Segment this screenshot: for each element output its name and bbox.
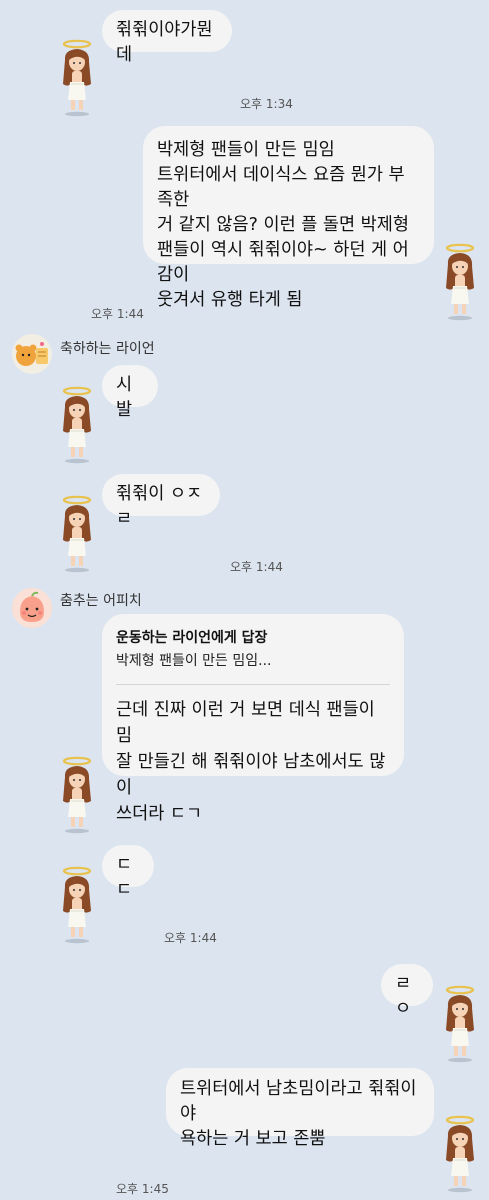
angel-avatar-icon[interactable]: [438, 984, 482, 1064]
message-bubble[interactable]: 쥒쥒이 ㅇㅈㄹ: [102, 474, 220, 529]
angel-avatar-icon[interactable]: [55, 38, 99, 118]
angel-avatar-icon[interactable]: [438, 242, 482, 322]
message-time: 오후 1:34: [240, 97, 293, 111]
angel-avatar-icon[interactable]: [55, 865, 99, 945]
message-time: 오후 1:44: [91, 307, 144, 321]
angel-avatar-icon[interactable]: [55, 385, 99, 465]
reply-body: 근데 진짜 이런 거 보면 데식 팬들이 밈 잘 만들긴 해 쥒쥒이야 남초에서…: [116, 700, 386, 824]
reply-title: 운동하는 라이언에게 답장: [116, 630, 268, 646]
ryan-avatar-icon[interactable]: [12, 334, 52, 374]
message-bubble[interactable]: 트위터에서 남초밈이라고 쥒쥒이야 욕하는 거 보고 존뿜: [166, 1068, 434, 1149]
message-time: 오후 1:44: [230, 560, 283, 574]
message-bubble[interactable]: 박제형 팬들이 만든 밈임 트위터에서 데이식스 요즘 뭔가 부족한 거 같지 …: [143, 126, 434, 310]
reply-divider: [116, 684, 390, 685]
message-time: 오후 1:45: [116, 1182, 169, 1196]
angel-avatar-icon[interactable]: [55, 755, 99, 835]
angel-avatar-icon[interactable]: [55, 494, 99, 574]
message-bubble[interactable]: ㄷㄷ: [102, 845, 154, 900]
message-bubble[interactable]: 쥒쥒이야가뭔데: [102, 10, 232, 65]
angel-avatar-icon[interactable]: [438, 1114, 482, 1194]
message-bubble[interactable]: 시발: [102, 365, 158, 420]
message-time: 오후 1:44: [164, 931, 217, 945]
reply-quote[interactable]: 박제형 팬들이 만든 밈임...: [116, 651, 390, 671]
sender-name: 춤추는 어피치: [60, 593, 142, 609]
sender-name: 축하하는 라이언: [60, 341, 155, 357]
message-bubble[interactable]: ㄹㅇ: [381, 964, 433, 1019]
apeach-avatar-icon[interactable]: [12, 588, 52, 628]
reply-message-bubble[interactable]: 운동하는 라이언에게 답장 박제형 팬들이 만든 밈임... 근데 진짜 이런 …: [102, 614, 404, 824]
